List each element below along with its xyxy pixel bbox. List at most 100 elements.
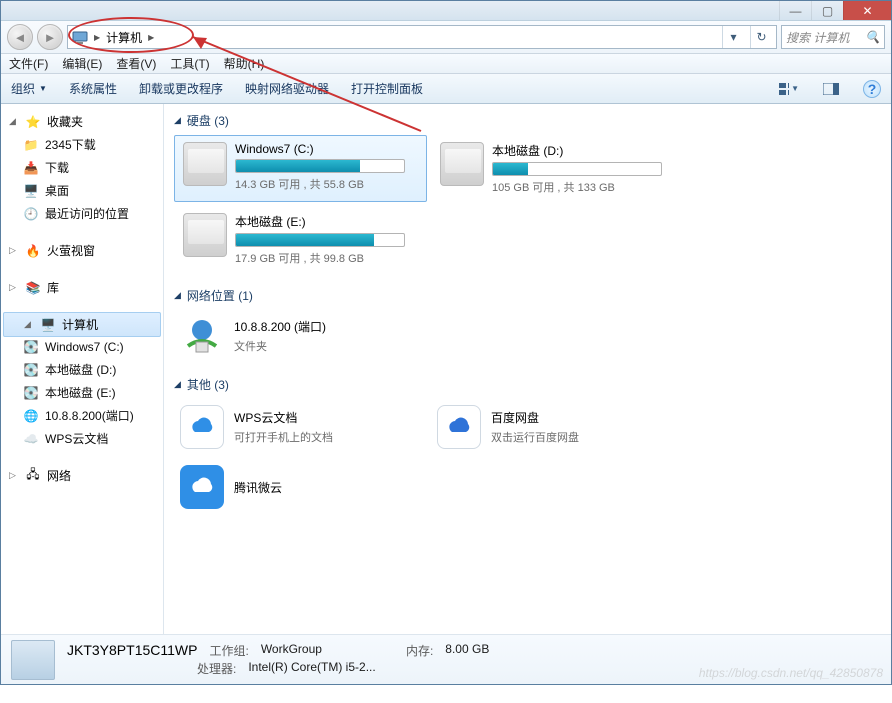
cmd-uninstall[interactable]: 卸载或更改程序 (139, 80, 223, 97)
other-name: 腾讯微云 (234, 479, 421, 496)
drive-item[interactable]: Windows7 (C:)14.3 GB 可用 , 共 55.8 GB (174, 135, 427, 202)
explorer-window: — ▢ ✕ ◄ ► ▶ 计算机 ▶ ▾ ↻ 搜索 计算机 🔍 文件(F) 编辑(… (0, 0, 892, 685)
network-icon: 🖧 (25, 468, 41, 484)
cloud-icon: ☁️ (23, 431, 39, 447)
cloud-icon (180, 405, 224, 449)
cloud-icon (437, 405, 481, 449)
drive-icon (440, 142, 484, 186)
cloud-icon (180, 465, 224, 509)
menu-tools[interactable]: 工具(T) (170, 55, 209, 72)
capacity-bar (235, 159, 405, 173)
computer-header[interactable]: ◢🖥️计算机 (3, 312, 161, 337)
view-mode-button[interactable]: ▼ (779, 80, 799, 98)
recent-icon: 🕘 (23, 206, 39, 222)
folder-icon: 📁 (23, 137, 39, 153)
detail-workgroup-label: 工作组: (209, 642, 248, 659)
preview-pane-button[interactable] (821, 80, 841, 98)
other-name: WPS云文档 (234, 409, 421, 426)
drive-freespace: 17.9 GB 可用 , 共 99.8 GB (235, 250, 420, 266)
drive-item[interactable]: 本地磁盘 (D:) 105 GB 可用 , 共 133 GB (431, 135, 684, 202)
drive-icon: 💽 (23, 362, 39, 378)
close-icon: ✕ (862, 4, 872, 18)
drive-freespace: 105 GB 可用 , 共 133 GB (492, 179, 677, 195)
detail-workgroup: WorkGroup (261, 642, 322, 659)
downloads-icon: 📥 (23, 160, 39, 176)
search-input[interactable]: 搜索 计算机 🔍 (781, 25, 885, 49)
other-sub: 可打开手机上的文档 (234, 429, 421, 445)
body: ◢⭐收藏夹 📁2345下载 📥下载 🖥️桌面 🕘最近访问的位置 ▷🔥火萤视窗 ▷… (1, 104, 891, 634)
menu-view[interactable]: 查看(V) (116, 55, 156, 72)
other-sub: 双击运行百度网盘 (491, 429, 678, 445)
breadcrumb-sep-2[interactable]: ▶ (148, 33, 154, 42)
menu-help[interactable]: 帮助(H) (224, 55, 265, 72)
command-bar: 组织 ▼ 系统属性 卸载或更改程序 映射网络驱动器 打开控制面板 ▼ ? (1, 74, 891, 104)
capacity-bar (235, 233, 405, 247)
firefly-icon: 🔥 (25, 243, 41, 259)
network-folder-icon: 🌐 (23, 408, 39, 424)
search-placeholder: 搜索 计算机 (786, 29, 849, 46)
tree-drive-c[interactable]: 💽Windows7 (C:) (1, 336, 163, 358)
maximize-icon: ▢ (822, 4, 833, 18)
close-button[interactable]: ✕ (843, 1, 891, 20)
drive-freespace: 14.3 GB 可用 , 共 55.8 GB (235, 176, 420, 192)
network-header[interactable]: ▷🖧网络 (1, 464, 163, 487)
cmd-sysprops[interactable]: 系统属性 (69, 80, 117, 97)
section-other-header[interactable]: ◢其他 (3) (174, 376, 881, 393)
detail-cpu-label: 处理器: (197, 660, 236, 677)
network-folder-icon (180, 314, 224, 358)
maximize-button[interactable]: ▢ (811, 1, 843, 20)
menu-file[interactable]: 文件(F) (9, 55, 48, 72)
computer-icon (72, 29, 88, 45)
section-other: ◢其他 (3) WPS云文档可打开手机上的文档百度网盘双击运行百度网盘腾讯微云 (174, 376, 881, 515)
section-drives-header[interactable]: ◢硬盘 (3) (174, 112, 881, 129)
cmd-mapdrive[interactable]: 映射网络驱动器 (245, 80, 329, 97)
other-item[interactable]: 百度网盘双击运行百度网盘 (431, 399, 684, 455)
menu-edit[interactable]: 编辑(E) (62, 55, 102, 72)
back-button[interactable]: ◄ (7, 24, 33, 50)
breadcrumb-computer[interactable]: 计算机 (106, 29, 142, 46)
chevron-down-icon: ▼ (39, 84, 47, 93)
tree-drive-e[interactable]: 💽本地磁盘 (E:) (1, 381, 163, 404)
section-netloc: ◢网络位置 (1) 10.8.8.200 (端口) 文件夹 (174, 287, 881, 362)
favorites-header[interactable]: ◢⭐收藏夹 (1, 110, 163, 133)
drive-name: 本地磁盘 (D:) (492, 142, 677, 159)
drive-item[interactable]: 本地磁盘 (E:) 17.9 GB 可用 , 共 99.8 GB (174, 206, 427, 273)
fav-downloads[interactable]: 📥下载 (1, 156, 163, 179)
libraries-icon: 📚 (25, 280, 41, 296)
navigation-pane: ◢⭐收藏夹 📁2345下载 📥下载 🖥️桌面 🕘最近访问的位置 ▷🔥火萤视窗 ▷… (1, 104, 164, 634)
minimize-button[interactable]: — (779, 1, 811, 20)
libraries-header[interactable]: ▷📚库 (1, 276, 163, 299)
fav-recent[interactable]: 🕘最近访问的位置 (1, 202, 163, 225)
netloc-item[interactable]: 10.8.8.200 (端口) 文件夹 (174, 310, 881, 362)
detail-mem-label: 内存: (406, 642, 433, 659)
history-dropdown[interactable]: ▾ (722, 26, 744, 48)
cmd-organize[interactable]: 组织 ▼ (11, 80, 47, 97)
section-netloc-header[interactable]: ◢网络位置 (1) (174, 287, 881, 304)
breadcrumb-sep: ▶ (94, 33, 100, 42)
fav-2345[interactable]: 📁2345下载 (1, 133, 163, 156)
other-item[interactable]: WPS云文档可打开手机上的文档 (174, 399, 427, 455)
forward-button[interactable]: ► (37, 24, 63, 50)
detail-cpu: Intel(R) Core(TM) i5-2... (248, 660, 375, 677)
tree-drive-d[interactable]: 💽本地磁盘 (D:) (1, 358, 163, 381)
capacity-bar (492, 162, 662, 176)
detail-mem: 8.00 GB (445, 642, 489, 659)
computer-thumb-icon (11, 640, 55, 680)
cmd-controlpanel[interactable]: 打开控制面板 (351, 80, 423, 97)
drive-icon: 💽 (23, 385, 39, 401)
refresh-button[interactable]: ↻ (750, 26, 772, 48)
other-item[interactable]: 腾讯微云 (174, 459, 427, 515)
titlebar: — ▢ ✕ (1, 1, 891, 21)
tree-netloc[interactable]: 🌐10.8.8.200(端口) (1, 404, 163, 427)
chevron-down-icon: ▾ (730, 30, 736, 44)
desktop-icon: 🖥️ (23, 183, 39, 199)
address-bar[interactable]: ▶ 计算机 ▶ ▾ ↻ (67, 25, 777, 49)
other-name: 百度网盘 (491, 409, 678, 426)
tree-wpscloud[interactable]: ☁️WPS云文档 (1, 427, 163, 450)
help-button[interactable]: ? (863, 80, 881, 98)
firefly-header[interactable]: ▷🔥火萤视窗 (1, 239, 163, 262)
drive-name: 本地磁盘 (E:) (235, 213, 420, 230)
collapse-icon: ◢ (174, 290, 181, 301)
collapse-icon: ◢ (174, 379, 181, 390)
fav-desktop[interactable]: 🖥️桌面 (1, 179, 163, 202)
